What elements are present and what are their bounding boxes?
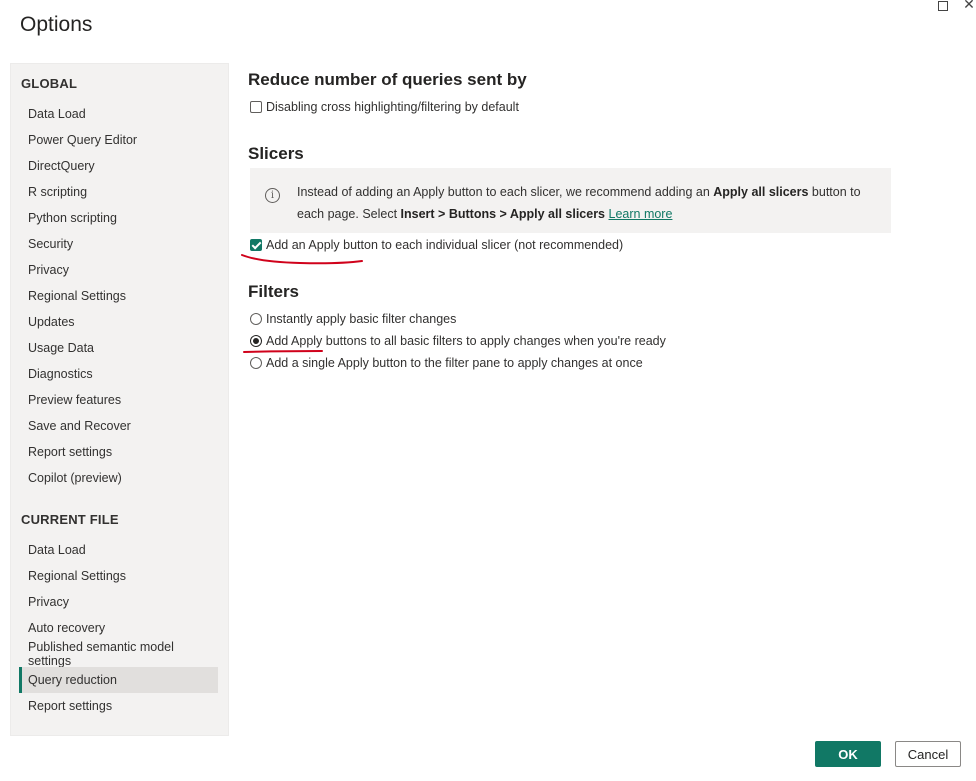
filters-heading: Filters <box>248 282 300 301</box>
main-content: Reduce number of queries sent by Disabli… <box>241 0 948 781</box>
sidebar-item-save-and-recover[interactable]: Save and Recover <box>19 413 218 439</box>
sidebar-item-cf-published-semantic-model-settings[interactable]: Published semantic model settings <box>19 640 218 668</box>
filter-option-instant-row[interactable]: Instantly apply basic filter changes <box>250 312 456 326</box>
sidebar: GLOBAL Data Load Power Query Editor Dire… <box>10 63 229 736</box>
sidebar-item-diagnostics[interactable]: Diagnostics <box>19 361 218 387</box>
sidebar-item-cf-regional-settings[interactable]: Regional Settings <box>19 563 218 589</box>
slicers-info-box: i Instead of adding an Apply button to e… <box>250 168 891 233</box>
learn-more-link[interactable]: Learn more <box>609 207 673 221</box>
disable-cross-highlight-label: Disabling cross highlighting/filtering b… <box>266 100 519 114</box>
disable-cross-highlight-checkbox[interactable] <box>250 101 262 113</box>
sidebar-item-cf-report-settings[interactable]: Report settings <box>19 693 218 719</box>
sidebar-item-cf-auto-recovery[interactable]: Auto recovery <box>19 615 218 641</box>
dialog-title: Options <box>20 13 93 36</box>
current-file-section-header: CURRENT FILE <box>21 512 119 527</box>
filter-option-instant-label: Instantly apply basic filter changes <box>266 312 457 326</box>
info-icon: i <box>265 188 280 203</box>
sidebar-item-security[interactable]: Security <box>19 231 218 257</box>
sidebar-item-cf-privacy[interactable]: Privacy <box>19 589 218 615</box>
filter-option-apply-buttons-radio[interactable] <box>250 335 262 347</box>
sidebar-item-updates[interactable]: Updates <box>19 309 218 335</box>
close-button[interactable]: ✕ <box>962 0 976 12</box>
red-annotation-underline-slicer <box>241 254 363 265</box>
sidebar-item-usage-data[interactable]: Usage Data <box>19 335 218 361</box>
sidebar-item-python-scripting[interactable]: Python scripting <box>19 205 218 231</box>
sidebar-item-power-query-editor[interactable]: Power Query Editor <box>19 127 218 153</box>
filter-option-single-apply-label: Add a single Apply button to the filter … <box>266 356 643 370</box>
filter-option-single-apply-row[interactable]: Add a single Apply button to the filter … <box>250 356 643 370</box>
sidebar-item-privacy[interactable]: Privacy <box>19 257 218 283</box>
info-text: Instead of adding an Apply button to eac… <box>297 181 882 225</box>
filter-option-apply-buttons-label: Add Apply buttons to all basic filters t… <box>266 334 666 348</box>
sidebar-item-data-load[interactable]: Data Load <box>19 101 218 127</box>
sidebar-item-directquery[interactable]: DirectQuery <box>19 153 218 179</box>
reduce-queries-heading: Reduce number of queries sent by <box>248 70 527 89</box>
sidebar-item-r-scripting[interactable]: R scripting <box>19 179 218 205</box>
filter-option-apply-buttons-row[interactable]: Add Apply buttons to all basic filters t… <box>250 334 666 348</box>
sidebar-item-cf-query-reduction[interactable]: Query reduction <box>19 667 218 693</box>
sidebar-item-report-settings[interactable]: Report settings <box>19 439 218 465</box>
ok-button[interactable]: OK <box>815 741 881 767</box>
info-bold-apply-all-slicers: Apply all slicers <box>713 185 809 199</box>
sidebar-item-cf-data-load[interactable]: Data Load <box>19 537 218 563</box>
slicer-apply-button-label: Add an Apply button to each individual s… <box>266 238 624 252</box>
close-icon: ✕ <box>963 0 975 12</box>
filter-option-instant-radio[interactable] <box>250 313 262 325</box>
info-text-part-1: Instead of adding an Apply button to eac… <box>297 185 714 199</box>
info-bold-insert-path: Insert > Buttons > Apply all slicers <box>400 207 606 221</box>
cancel-button[interactable]: Cancel <box>895 741 961 767</box>
slicers-heading: Slicers <box>248 144 304 163</box>
slicer-apply-button-checkbox[interactable] <box>250 239 262 251</box>
options-dialog: Options ✕ GLOBAL Data Load Power Query E… <box>0 0 976 781</box>
sidebar-item-copilot-preview[interactable]: Copilot (preview) <box>19 465 218 491</box>
disable-cross-highlight-row[interactable]: Disabling cross highlighting/filtering b… <box>250 100 519 114</box>
sidebar-item-regional-settings[interactable]: Regional Settings <box>19 283 218 309</box>
global-section-header: GLOBAL <box>21 76 78 91</box>
sidebar-item-preview-features[interactable]: Preview features <box>19 387 218 413</box>
slicer-apply-button-row[interactable]: Add an Apply button to each individual s… <box>250 238 623 252</box>
filter-option-single-apply-radio[interactable] <box>250 357 262 369</box>
